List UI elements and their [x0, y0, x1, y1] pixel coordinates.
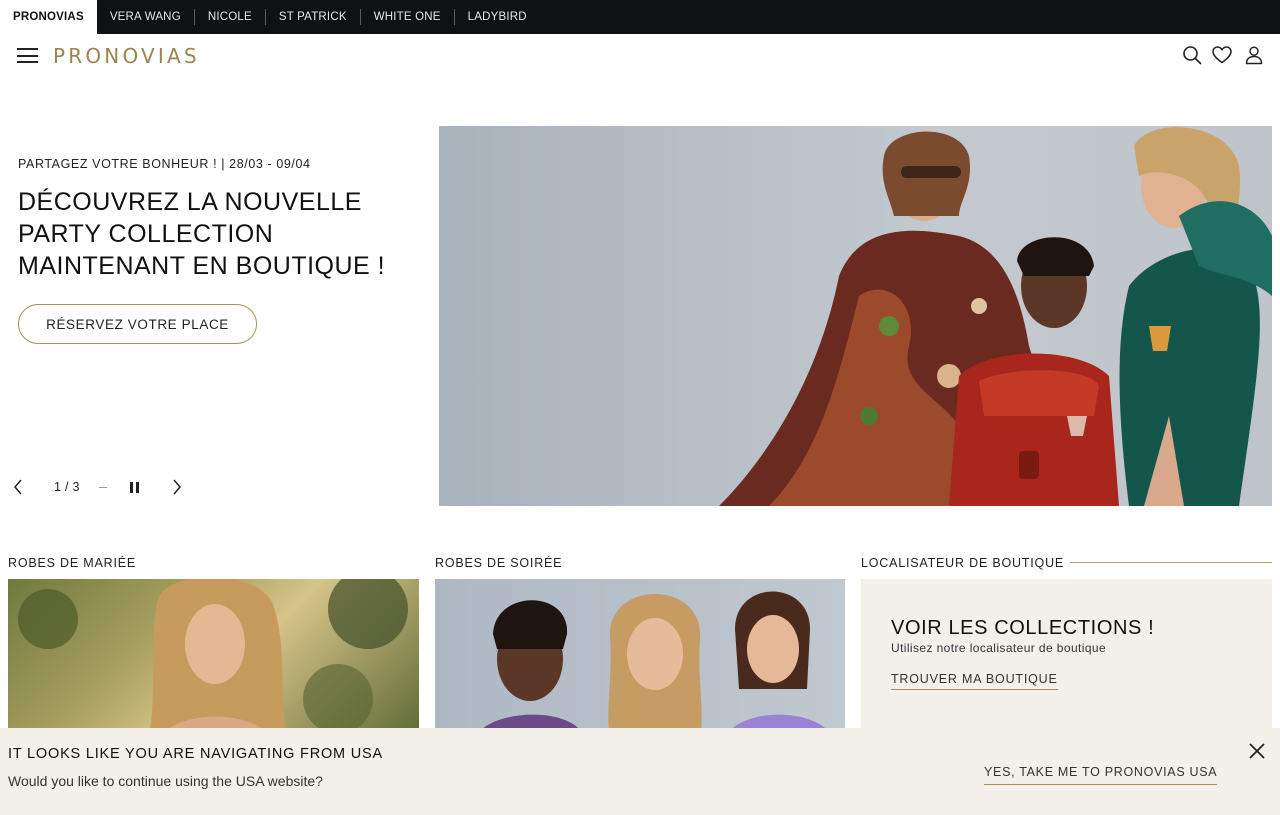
progress-dash [99, 476, 107, 498]
store-locator-card: VOIR LES COLLECTIONS ! Utilisez notre lo… [861, 579, 1272, 739]
geo-redirect-banner: IT LOOKS LIKE YOU ARE NAVIGATING FROM US… [0, 728, 1280, 815]
close-icon[interactable] [1247, 741, 1267, 761]
slide-separator: / [64, 480, 70, 494]
brand-tab-white-one[interactable]: WHITE ONE [361, 0, 454, 34]
chevron-left-icon[interactable] [9, 476, 27, 498]
user-icon[interactable] [1243, 44, 1265, 66]
search-icon[interactable] [1181, 44, 1203, 66]
hero-title-line: DÉCOUVREZ LA NOUVELLE [18, 188, 362, 216]
locator-subtitle: Utilisez notre localisateur de boutique [891, 641, 1107, 655]
pronovias-logo[interactable]: PRONOVIAS [53, 44, 200, 68]
evening-dresses-image[interactable] [435, 579, 845, 739]
chevron-right-icon[interactable] [168, 476, 186, 498]
next-arrow-wrap [168, 476, 186, 498]
carousel-controls [9, 476, 27, 498]
pause-icon-wrap [127, 476, 141, 498]
category-evening-dresses-label[interactable]: ROBES DE SOIRÉE [435, 556, 562, 570]
hero-image[interactable] [439, 126, 1272, 506]
hero-title: DÉCOUVREZ LA NOUVELLE PARTY COLLECTION M… [18, 186, 428, 282]
heart-icon[interactable] [1211, 44, 1233, 66]
slide-total: 3 [72, 480, 81, 494]
category-store-locator-label[interactable]: LOCALISATEUR DE BOUTIQUE [861, 556, 1064, 570]
reserve-place-button[interactable]: RÉSERVEZ VOTRE PLACE [18, 304, 257, 344]
brand-tab-st-patrick[interactable]: ST PATRICK [266, 0, 360, 34]
site-header: PRONOVIAS [0, 34, 1280, 78]
hamburger-menu-icon[interactable] [17, 47, 38, 64]
hero-kicker: PARTAGEZ VOTRE BONHEUR ! | 28/03 - 09/04 [18, 157, 311, 171]
divider-line [1070, 562, 1272, 563]
brand-bar: PRONOVIAS VERA WANG NICOLE ST PATRICK WH… [0, 0, 1280, 34]
brand-tab-nicole[interactable]: NICOLE [195, 0, 265, 34]
geo-banner-title: IT LOOKS LIKE YOU ARE NAVIGATING FROM US… [8, 746, 383, 762]
hero-title-line: PARTY COLLECTION [18, 220, 274, 248]
brand-tab-vera-wang[interactable]: VERA WANG [97, 0, 194, 34]
find-store-link[interactable]: TROUVER MA BOUTIQUE [891, 672, 1058, 690]
hero-title-line: MAINTENANT EN BOUTIQUE ! [18, 252, 386, 280]
locator-title: VOIR LES COLLECTIONS ! [891, 617, 1155, 639]
slide-current: 1 [54, 480, 62, 494]
brand-tab-ladybird[interactable]: LADYBIRD [455, 0, 540, 34]
category-wedding-dresses-label[interactable]: ROBES DE MARIÉE [8, 556, 136, 570]
go-to-usa-link[interactable]: YES, TAKE ME TO PRONOVIAS USA [984, 765, 1218, 785]
brand-tab-pronovias[interactable]: PRONOVIAS [0, 0, 97, 34]
slide-counter: 1 / 3 [54, 476, 80, 498]
geo-banner-subtitle: Would you like to continue using the USA… [8, 773, 323, 789]
wedding-dresses-image[interactable] [8, 579, 419, 739]
pause-icon[interactable] [127, 480, 141, 494]
